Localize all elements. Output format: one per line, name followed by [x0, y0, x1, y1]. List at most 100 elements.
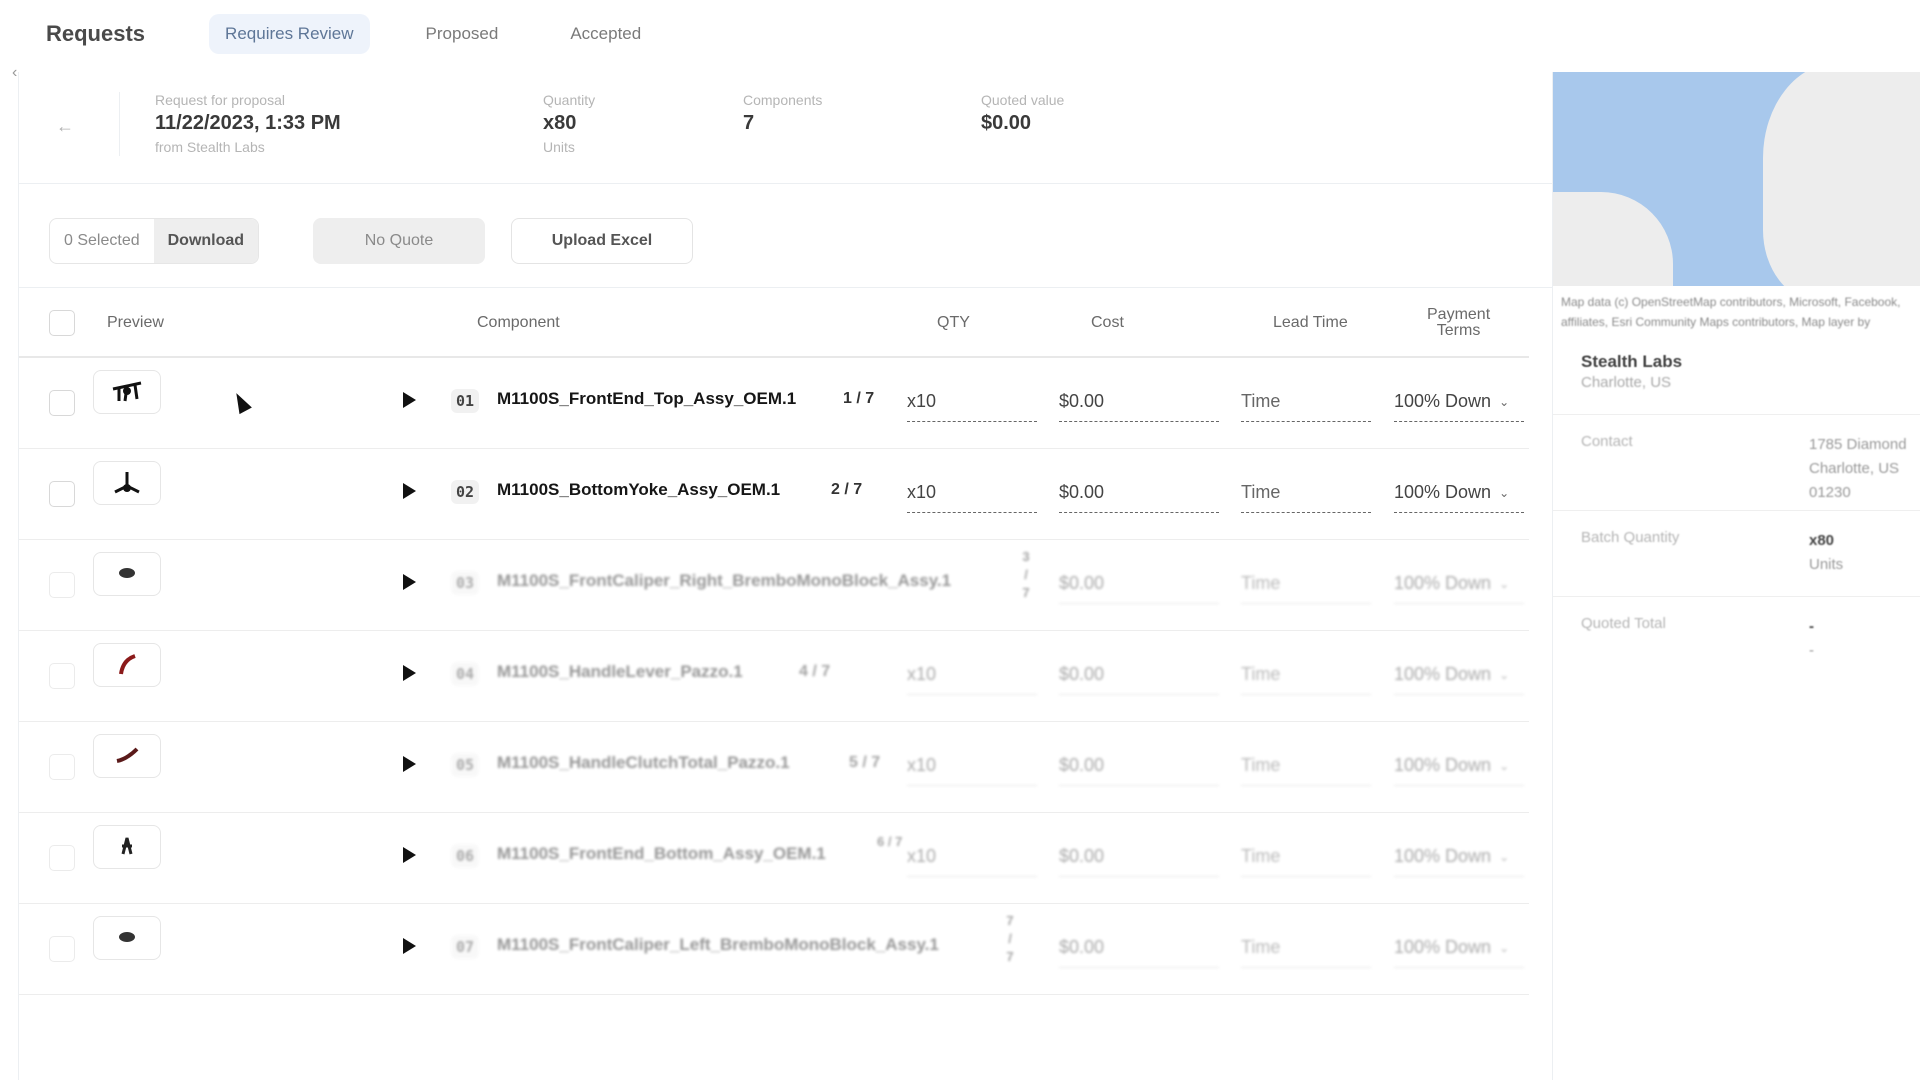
- cost-input[interactable]: $0.00: [1059, 746, 1219, 786]
- expand-row-icon[interactable]: [403, 574, 416, 590]
- qty-input[interactable]: x10: [907, 837, 1037, 877]
- qty-input[interactable]: x10: [907, 382, 1037, 422]
- upload-excel-button[interactable]: Upload Excel: [511, 218, 693, 264]
- lead-time-input[interactable]: Time: [1241, 837, 1371, 877]
- cost-input[interactable]: $0.00: [1059, 473, 1219, 513]
- chevron-down-icon: ⌄: [1499, 940, 1510, 955]
- component-count: 6 / 7: [877, 834, 903, 849]
- cost-input[interactable]: $0.00: [1059, 928, 1219, 968]
- header-component: Component: [477, 314, 560, 331]
- component-thumbnail[interactable]: [93, 461, 161, 505]
- stat-label: Request for proposal: [155, 92, 285, 108]
- components-table: Preview Component QTY Cost Lead Time Pay…: [19, 288, 1529, 995]
- table-row[interactable]: 05 M1100S_HandleClutchTotal_Pazzo.1 5 / …: [19, 722, 1529, 813]
- component-name: M1100S_HandleLever_Pazzo.1: [497, 662, 743, 681]
- table-row[interactable]: 02 M1100S_BottomYoke_Assy_OEM.1 2 / 7 x1…: [19, 449, 1529, 540]
- download-button[interactable]: Download: [153, 219, 259, 263]
- batch-quantity-unit: Units: [1809, 556, 1844, 573]
- tab-accepted[interactable]: Accepted: [554, 14, 657, 54]
- component-thumbnail[interactable]: [93, 643, 161, 687]
- lead-time-input[interactable]: Time: [1241, 382, 1371, 422]
- expand-row-icon[interactable]: [403, 938, 416, 954]
- chevron-down-icon: ⌄: [1499, 576, 1510, 591]
- payment-terms-select[interactable]: 100% Down ⌄: [1394, 655, 1524, 695]
- row-index: 05: [451, 753, 480, 777]
- request-date-stat: Request for proposal 11/22/2023, 1:33 PM…: [155, 92, 341, 155]
- header-payment-terms: Payment Terms: [1427, 288, 1490, 358]
- component-thumbnail[interactable]: [93, 370, 161, 414]
- table-row[interactable]: 04 M1100S_HandleLever_Pazzo.1 4 / 7 x10 …: [19, 631, 1529, 722]
- cost-input[interactable]: $0.00: [1059, 382, 1219, 422]
- component-count: 2 / 7: [831, 481, 863, 498]
- location-map[interactable]: [1553, 72, 1920, 286]
- quoted-total-value: - -: [1809, 615, 1814, 663]
- chevron-left-icon[interactable]: ‹: [12, 64, 17, 82]
- contact-label: Contact: [1581, 433, 1633, 450]
- cost-input[interactable]: $0.00: [1059, 837, 1219, 877]
- contact-line: 1785 Diamond: [1809, 436, 1907, 453]
- payment-terms-select[interactable]: 100% Down ⌄: [1394, 382, 1524, 422]
- map-land: [1763, 72, 1920, 286]
- component-name: M1100S_FrontEnd_Top_Assy_OEM.1: [497, 389, 797, 408]
- component-thumbnail[interactable]: [93, 734, 161, 778]
- quantity-unit: Units: [543, 139, 575, 155]
- lead-time-input[interactable]: Time: [1241, 746, 1371, 786]
- expand-row-icon[interactable]: [403, 392, 416, 408]
- payment-terms-select[interactable]: 100% Down ⌄: [1394, 837, 1524, 877]
- component-thumbnail[interactable]: [93, 916, 161, 960]
- expand-row-icon[interactable]: [403, 665, 416, 681]
- tab-proposed[interactable]: Proposed: [410, 14, 515, 54]
- contact-line: 01230: [1809, 484, 1851, 501]
- select-all-checkbox[interactable]: [49, 288, 75, 358]
- chevron-down-icon: ⌄: [1499, 758, 1510, 773]
- component-name: M1100S_FrontCaliper_Left_BremboMonoBlock…: [497, 935, 939, 954]
- row-checkbox[interactable]: [49, 572, 75, 598]
- qty-input[interactable]: x10: [907, 473, 1037, 513]
- header-cost: Cost: [1091, 314, 1124, 331]
- lead-time-input[interactable]: Time: [1241, 473, 1371, 513]
- batch-quantity-label: Batch Quantity: [1581, 529, 1680, 546]
- lead-time-input[interactable]: Time: [1241, 928, 1371, 968]
- no-quote-button[interactable]: No Quote: [313, 218, 485, 264]
- tab-requires-review[interactable]: Requires Review: [209, 14, 370, 54]
- table-row[interactable]: 03 M1100S_FrontCaliper_Right_BremboMonoB…: [19, 540, 1529, 631]
- expand-row-icon[interactable]: [403, 847, 416, 863]
- qty-input[interactable]: x10: [907, 655, 1037, 695]
- quoted-value: $0.00: [981, 112, 1032, 134]
- row-checkbox[interactable]: [49, 390, 75, 416]
- component-count: 1 / 7: [843, 390, 875, 407]
- contact-row: Contact 1785 Diamond Charlotte, US 01230: [1553, 414, 1920, 510]
- row-index: 06: [451, 844, 480, 868]
- table-row[interactable]: 07 M1100S_FrontCaliper_Left_BremboMonoBl…: [19, 904, 1529, 995]
- request-date: 11/22/2023, 1:33 PM: [155, 112, 341, 134]
- component-thumbnail[interactable]: [93, 552, 161, 596]
- row-checkbox[interactable]: [49, 936, 75, 962]
- qty-input[interactable]: x10: [907, 746, 1037, 786]
- expand-row-icon[interactable]: [403, 483, 416, 499]
- row-checkbox[interactable]: [49, 663, 75, 689]
- row-index: 04: [451, 662, 480, 686]
- component-name: M1100S_FrontCaliper_Right_BremboMonoBloc…: [497, 571, 952, 590]
- payment-terms-select[interactable]: 100% Down ⌄: [1394, 473, 1524, 513]
- payment-value: 100% Down: [1394, 846, 1492, 866]
- header-payment-line-2: Terms: [1436, 322, 1481, 339]
- cost-input[interactable]: $0.00: [1059, 564, 1219, 604]
- components-value: 7: [743, 112, 755, 134]
- expand-row-icon[interactable]: [403, 756, 416, 772]
- quoted-total-sub: -: [1809, 642, 1814, 659]
- top-nav: Requests Requires Review Proposed Accept…: [0, 0, 1920, 68]
- payment-value: 100% Down: [1394, 755, 1492, 775]
- payment-terms-select[interactable]: 100% Down ⌄: [1394, 928, 1524, 968]
- table-row[interactable]: 06 M1100S_FrontEnd_Bottom_Assy_OEM.1 6 /…: [19, 813, 1529, 904]
- arrow-left-icon[interactable]: ←: [49, 110, 81, 142]
- row-checkbox[interactable]: [49, 845, 75, 871]
- payment-terms-select[interactable]: 100% Down ⌄: [1394, 564, 1524, 604]
- payment-terms-select[interactable]: 100% Down ⌄: [1394, 746, 1524, 786]
- row-checkbox[interactable]: [49, 481, 75, 507]
- row-checkbox[interactable]: [49, 754, 75, 780]
- lead-time-input[interactable]: Time: [1241, 655, 1371, 695]
- component-thumbnail[interactable]: [93, 825, 161, 869]
- requester: from Stealth Labs: [155, 139, 265, 155]
- lead-time-input[interactable]: Time: [1241, 564, 1371, 604]
- cost-input[interactable]: $0.00: [1059, 655, 1219, 695]
